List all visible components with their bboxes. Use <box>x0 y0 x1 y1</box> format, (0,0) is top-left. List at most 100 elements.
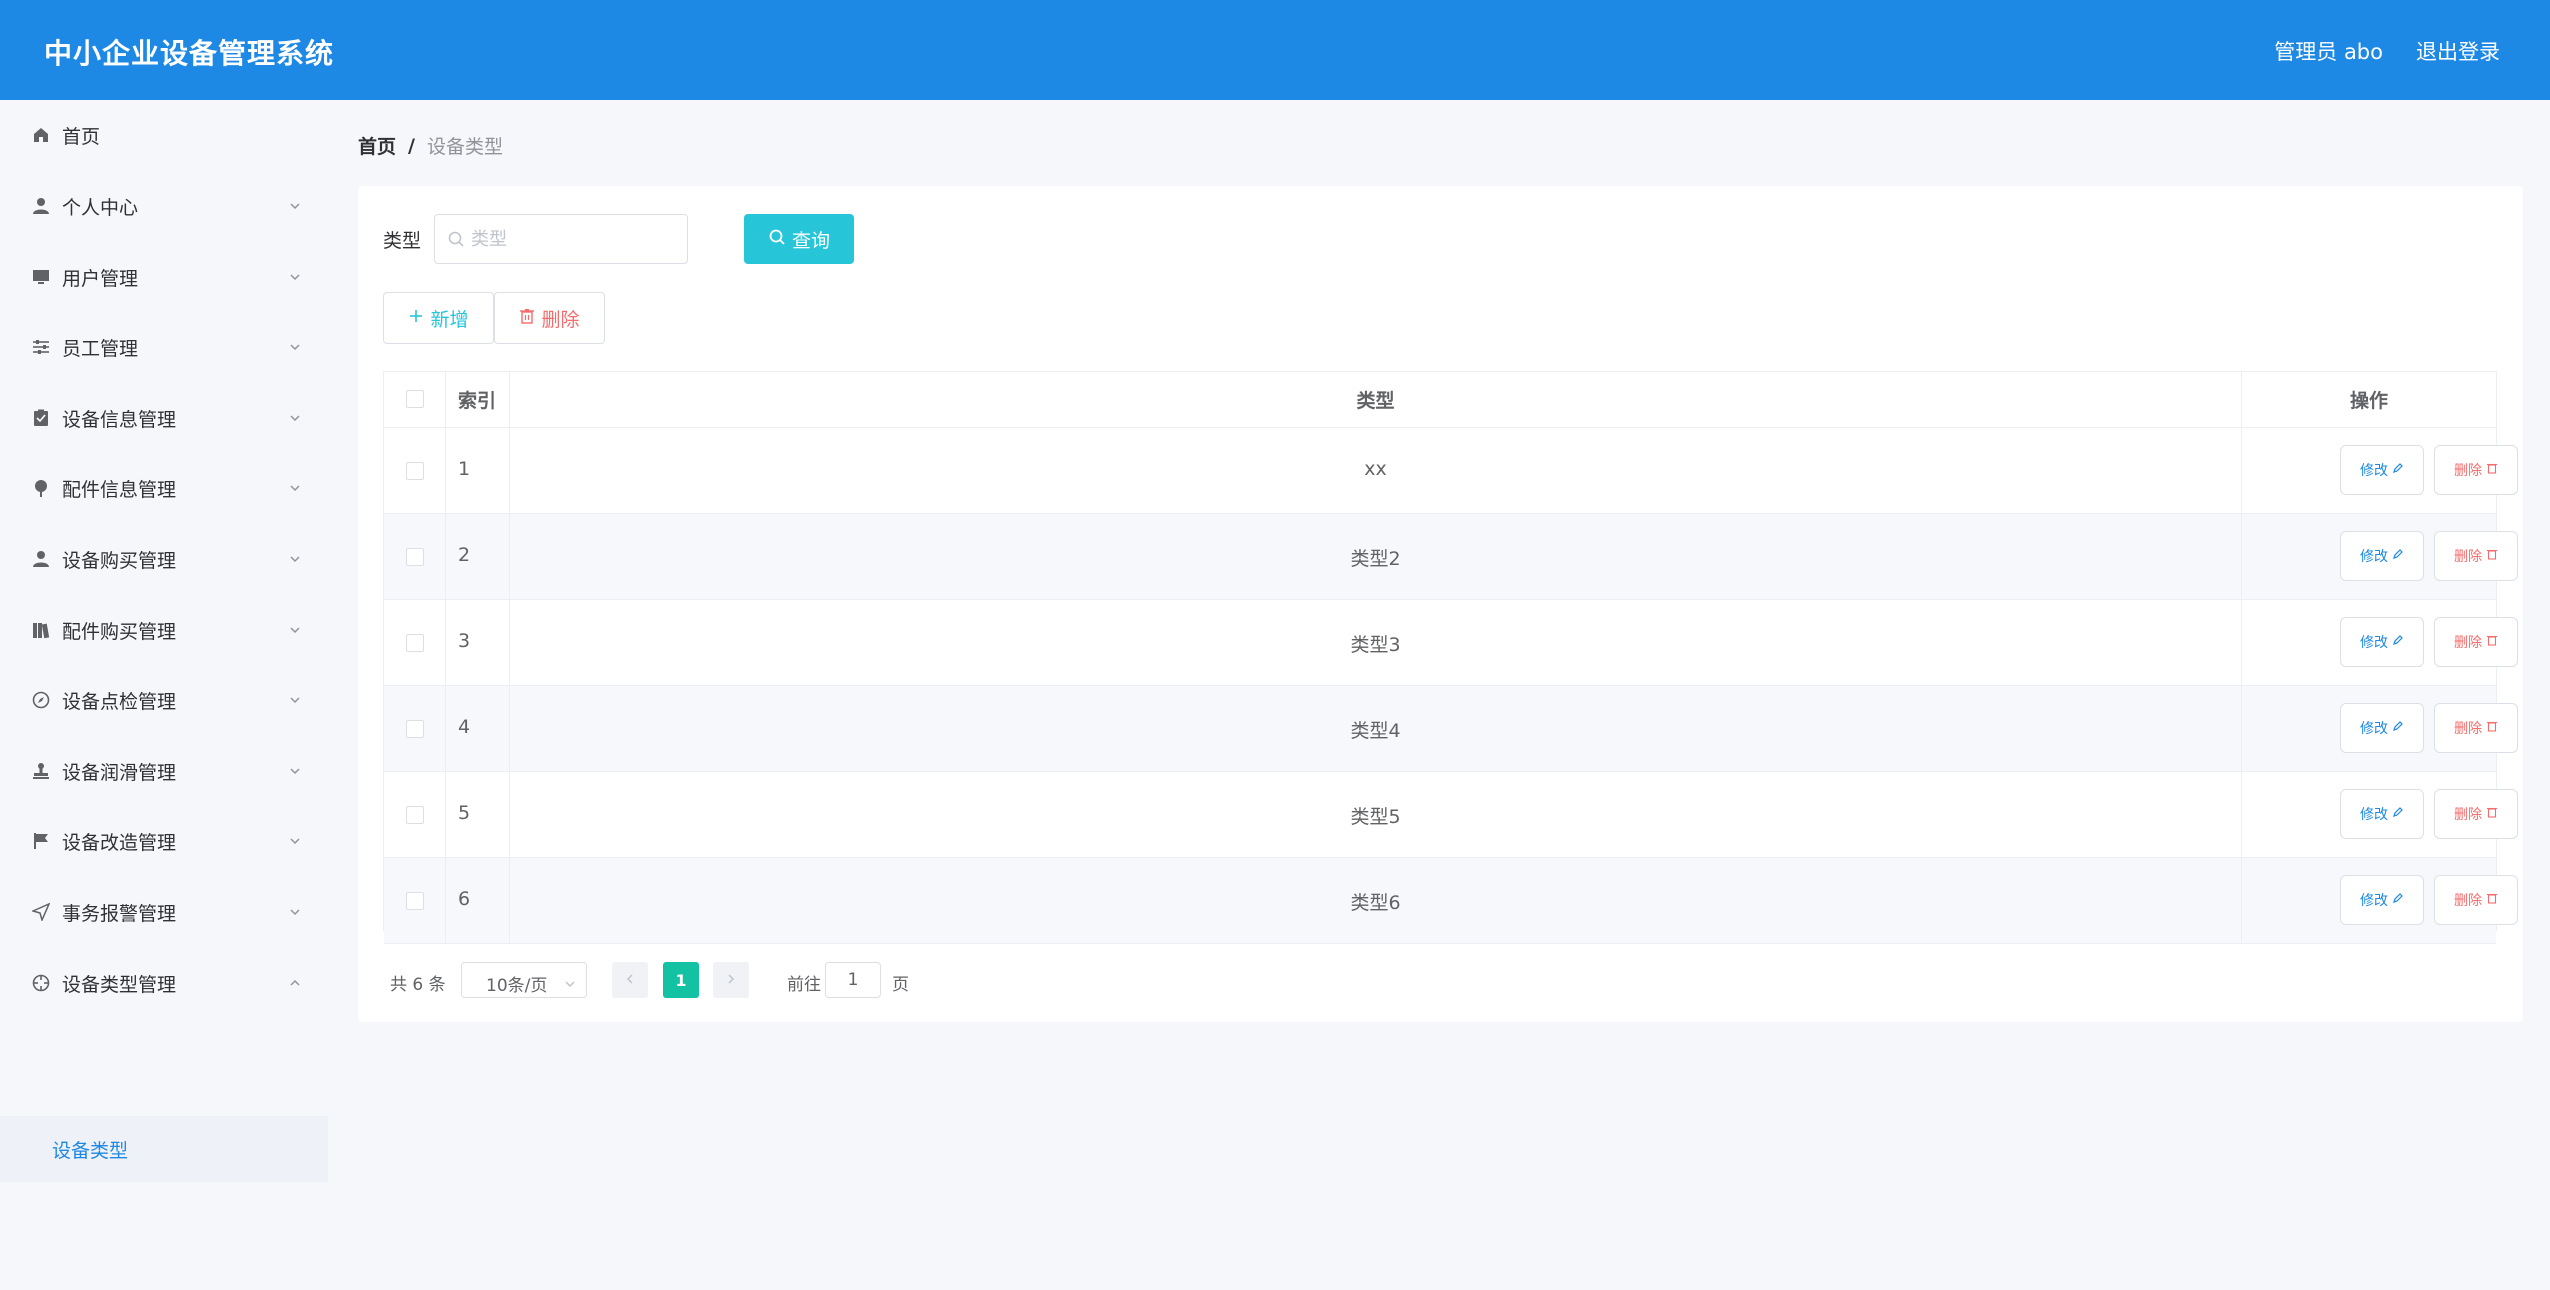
flag-icon <box>30 830 52 852</box>
user-icon <box>30 195 52 217</box>
page-number-current[interactable]: 1 <box>663 962 699 998</box>
batch-delete-button[interactable]: 删除 <box>494 292 605 344</box>
table-row: 2 类型2 修改 删除 <box>384 514 2518 600</box>
sidebar-item-personal-center[interactable]: 个人中心 <box>0 171 330 241</box>
trash-icon <box>2486 462 2498 478</box>
sidebar-item-label: 配件购买管理 <box>62 620 177 643</box>
row-checkbox[interactable] <box>406 634 424 652</box>
breadcrumb: 首页 / 设备类型 <box>358 132 503 159</box>
clipboard-icon <box>30 407 52 429</box>
breadcrumb-home[interactable]: 首页 <box>358 132 396 159</box>
trash-icon <box>2486 720 2498 736</box>
monitor-icon <box>30 266 52 288</box>
edit-button[interactable]: 修改 <box>2340 789 2424 839</box>
chevron-down-icon <box>288 199 302 213</box>
chevron-down-icon <box>288 764 302 778</box>
row-index: 6 <box>458 888 471 910</box>
page-size-select[interactable]: 10条/页 <box>461 962 587 998</box>
sidebar-item-home[interactable]: 首页 <box>0 100 330 170</box>
home-icon <box>30 124 52 146</box>
target-icon <box>30 972 52 994</box>
delete-button-label: 删除 <box>2454 807 2482 823</box>
sidebar-item-device-purchase[interactable]: 设备购买管理 <box>0 524 330 594</box>
edit-button-label: 修改 <box>2360 721 2388 737</box>
sidebar-item-device-info[interactable]: 设备信息管理 <box>0 383 330 453</box>
sidebar-item-staff-management[interactable]: 员工管理 <box>0 312 330 382</box>
row-checkbox[interactable] <box>406 806 424 824</box>
row-type: xx <box>1364 458 1387 480</box>
chevron-down-icon <box>288 552 302 566</box>
table-header: 索引 类型 操作 <box>384 372 2496 428</box>
sidebar-item-parts-purchase[interactable]: 配件购买管理 <box>0 595 330 665</box>
table-row: 3 类型3 修改 删除 <box>384 600 2518 686</box>
search-field[interactable] <box>434 214 688 264</box>
next-page-button[interactable] <box>713 962 749 998</box>
stamp-icon <box>30 760 52 782</box>
sidebar-item-parts-info[interactable]: 配件信息管理 <box>0 453 330 523</box>
row-checkbox[interactable] <box>406 892 424 910</box>
sidebar: 首页 个人中心 用户管理 员工管理 设备信息管理 配件信息管理 设备购买管理 配… <box>0 100 330 1290</box>
chevron-down-icon <box>288 693 302 707</box>
edit-button-label: 修改 <box>2360 549 2388 565</box>
delete-button[interactable]: 删除 <box>2434 703 2518 753</box>
sidebar-item-user-management[interactable]: 用户管理 <box>0 242 330 312</box>
edit-button[interactable]: 修改 <box>2340 703 2424 753</box>
chevron-right-icon <box>725 970 737 990</box>
chevron-up-icon <box>288 976 302 990</box>
table-row: 5 类型5 修改 删除 <box>384 772 2518 858</box>
sidebar-item-device-lubrication[interactable]: 设备润滑管理 <box>0 736 330 806</box>
sidebar-item-label: 用户管理 <box>62 267 139 290</box>
sidebar-item-label: 个人中心 <box>62 196 139 219</box>
sidebar-item-alarm-management[interactable]: 事务报警管理 <box>0 877 330 947</box>
goto-page-input[interactable] <box>825 962 881 998</box>
sidebar-item-device-modification[interactable]: 设备改造管理 <box>0 806 330 876</box>
edit-button[interactable]: 修改 <box>2340 875 2424 925</box>
edit-icon <box>2392 548 2404 564</box>
query-button[interactable]: 查询 <box>744 214 854 264</box>
row-type: 类型6 <box>1350 892 1401 914</box>
row-checkbox[interactable] <box>406 462 424 480</box>
sidebar-item-label: 设备购买管理 <box>62 549 177 572</box>
chevron-down-icon <box>288 905 302 919</box>
header-index: 索引 <box>458 390 497 412</box>
trash-icon <box>2486 634 2498 650</box>
sidebar-item-label: 设备信息管理 <box>62 408 177 431</box>
table-row: 6 类型6 修改 删除 <box>384 858 2518 944</box>
content-card: 类型 查询 新增 删除 索引 类型 操作 1 <box>358 186 2523 1022</box>
row-checkbox[interactable] <box>406 548 424 566</box>
row-checkbox[interactable] <box>406 720 424 738</box>
row-index: 3 <box>458 630 471 652</box>
sidebar-item-label: 设备润滑管理 <box>62 761 177 784</box>
delete-button[interactable]: 删除 <box>2434 875 2518 925</box>
edit-button-label: 修改 <box>2360 893 2388 909</box>
sidebar-item-label: 事务报警管理 <box>62 902 177 925</box>
sidebar-item-device-type-management[interactable]: 设备类型管理 <box>0 948 330 1018</box>
trash-icon <box>519 307 535 329</box>
search-input[interactable] <box>471 225 671 253</box>
delete-button[interactable]: 删除 <box>2434 617 2518 667</box>
delete-button[interactable]: 删除 <box>2434 531 2518 581</box>
delete-button[interactable]: 删除 <box>2434 445 2518 495</box>
breadcrumb-separator: / <box>408 134 415 157</box>
prev-page-button[interactable] <box>612 962 648 998</box>
edit-button[interactable]: 修改 <box>2340 531 2424 581</box>
add-button[interactable]: 新增 <box>383 292 494 344</box>
header-ops: 操作 <box>2349 390 2388 412</box>
sidebar-item-device-inspection[interactable]: 设备点检管理 <box>0 665 330 735</box>
logout-link[interactable]: 退出登录 <box>2416 36 2500 66</box>
trash-icon <box>2486 806 2498 822</box>
sidebar-item-label: 首页 <box>62 125 101 148</box>
delete-button[interactable]: 删除 <box>2434 789 2518 839</box>
header-type: 类型 <box>1356 390 1395 412</box>
query-button-label: 查询 <box>791 229 830 252</box>
row-index: 5 <box>458 802 471 824</box>
select-all-checkbox[interactable] <box>406 390 424 408</box>
edit-button[interactable]: 修改 <box>2340 617 2424 667</box>
edit-button[interactable]: 修改 <box>2340 445 2424 495</box>
row-index: 1 <box>458 458 471 480</box>
sidebar-subitem-device-type[interactable]: 设备类型 <box>0 1116 328 1182</box>
edit-button-label: 修改 <box>2360 463 2388 479</box>
chevron-left-icon <box>624 970 636 990</box>
row-type: 类型2 <box>1350 548 1401 570</box>
chevron-down-icon <box>288 411 302 425</box>
